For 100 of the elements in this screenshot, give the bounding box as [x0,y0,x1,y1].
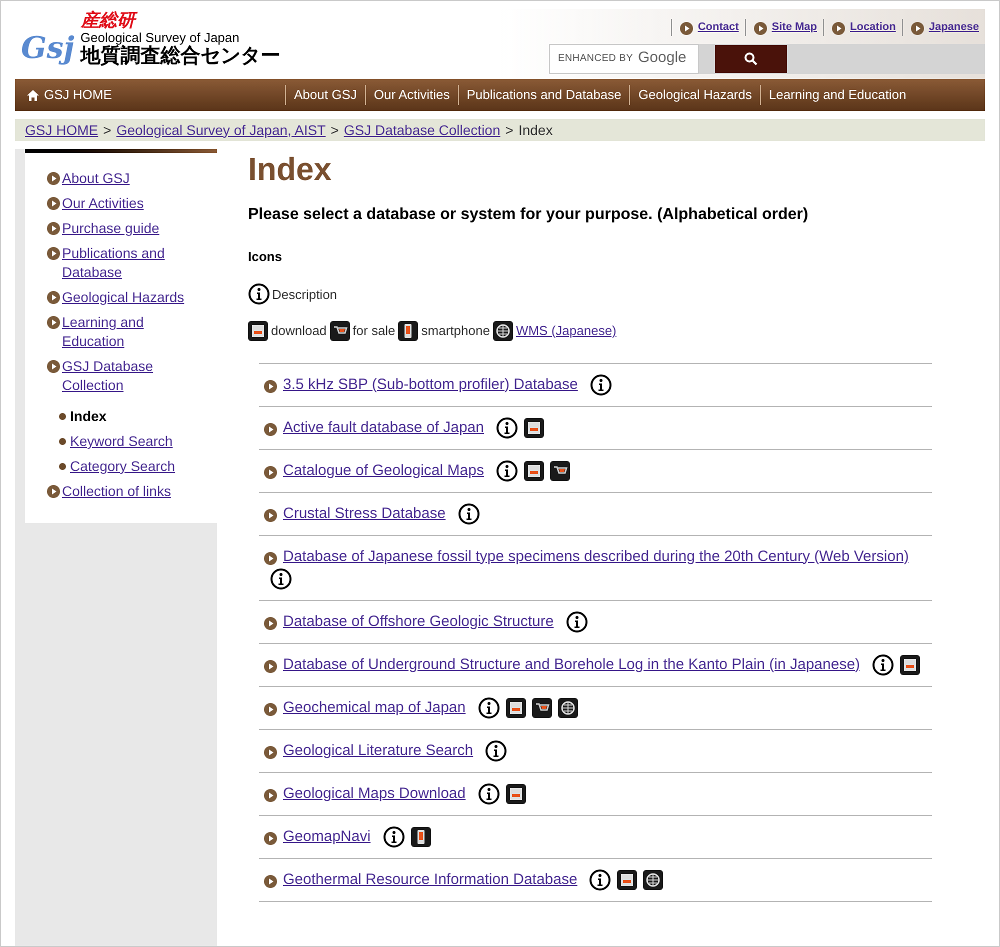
smartphone-icon [410,826,431,846]
bullet-icon [832,22,845,36]
sidebar-link[interactable]: Learning and Education [62,313,207,351]
bullet-icon [47,172,60,185]
info-icon [478,782,500,804]
sidebar-link[interactable]: Publications and Database [62,244,207,282]
icons-heading: Icons [248,248,283,266]
info-icon [382,826,405,848]
bullet-icon [264,466,277,478]
bullet-icon [264,508,277,522]
bullet-icon [910,22,924,36]
bullet-icon [47,485,60,498]
header-link[interactable]: Japanese [928,19,979,36]
bullet-icon [264,702,277,716]
smartphone-icon [398,320,418,340]
bullet-icon [680,22,693,36]
legend-link[interactable]: WMS (Japanese) [516,321,616,340]
database-link[interactable]: Database of Japanese fossil type specimens described during the 20th Century (Web Version) [283,546,909,568]
shopping-cart-icon [330,320,350,340]
header-link[interactable]: Site Map [772,19,817,36]
sidebar-sub-link[interactable]: Index [70,407,107,426]
page-subtitle: Please select a database or system for your purpose. (Alphabetical order) [248,205,810,225]
database-link[interactable]: Catalogue of Geological Maps [283,460,484,482]
nav-link[interactable]: About GSJ [285,85,365,105]
info-icon [248,282,270,304]
nav-link[interactable]: Geological Hazards [629,85,760,105]
nav-link[interactable]: GSJ HOME [15,85,285,105]
bullet-icon [47,197,60,210]
legend-label: smartphone [421,322,490,340]
info-icon [485,740,508,762]
bullet-icon [47,291,60,304]
info-icon [566,610,588,632]
bullet-icon [264,616,277,630]
info-icon [496,460,518,482]
bullet-icon [264,422,277,436]
breadcrumb-separator: > [103,120,112,140]
breadcrumb-link[interactable]: Geological Survey of Japan, AIST [116,120,326,140]
sidebar-sub-link[interactable]: Category Search [70,457,176,476]
logo-text: 産総研 [21,9,280,31]
home-icon [27,90,39,100]
nav-link[interactable]: Our Activities [364,85,458,105]
search-field[interactable]: ENHANCED BY Google [549,44,699,74]
sidebar-link[interactable]: Purchase guide [62,219,160,238]
database-link[interactable]: 3.5 kHz SBP (Sub-bottom profiler) Database [283,374,578,396]
database-link[interactable]: GeomapNavi [283,826,371,848]
bullet-icon [264,660,277,672]
bullet-icon [59,463,66,470]
bullet-icon [59,438,66,445]
breadcrumb-current: Index [518,120,553,140]
globe-icon [558,698,578,718]
info-icon [478,696,500,718]
shopping-cart-icon [550,460,570,480]
legend-label: Description [272,286,338,304]
header-link[interactable]: Location [850,19,896,36]
sidebar-link[interactable]: Collection of links [62,482,171,501]
database-link[interactable]: Geological Maps Download [283,782,466,804]
nav-link[interactable]: Learning and Education [760,85,914,105]
sidebar-link[interactable]: About GSJ [62,169,130,188]
logo-text: Gsj [21,32,74,66]
sidebar-link[interactable]: GSJ Database Collection [62,357,207,395]
database-link[interactable]: Geochemical map of Japan [283,696,466,718]
info-icon [496,416,518,438]
legend-label: download [271,322,327,340]
info-icon [589,868,612,890]
database-link[interactable]: Database of Underground Structure and Borehole Log in the Kanto Plain (in Japanese) [283,654,860,676]
info-icon [872,654,894,676]
bullet-icon [754,22,767,36]
bullet-icon [47,316,60,329]
globe-icon [643,870,664,890]
sidebar-link[interactable]: Our Activities [62,194,144,213]
database-link[interactable]: Crustal Stress Database [283,502,446,524]
info-icon [270,568,292,590]
database-link[interactable]: Database of Offshore Geologic Structure [283,610,554,632]
shopping-cart-icon [532,698,552,718]
header-link[interactable]: Contact [698,19,739,36]
database-link[interactable]: Geological Literature Search [283,740,474,762]
bullet-icon [264,746,277,758]
bullet-icon [59,413,66,420]
legend-label: for sale [352,322,396,340]
info-icon [590,374,612,396]
database-link[interactable]: Geothermal Resource Information Database [283,868,578,890]
breadcrumb-separator: > [330,120,339,140]
sidebar-sub-link[interactable]: Keyword Search [70,432,173,451]
bullet-icon [264,788,277,802]
sidebar-link[interactable]: Geological Hazards [62,288,184,307]
bullet-icon [47,360,60,373]
search-button[interactable] [715,44,787,72]
page-title: Index [248,151,333,187]
database-link[interactable]: Active fault database of Japan [283,416,484,438]
globe-icon [492,320,513,340]
bullet-icon [47,222,60,235]
site-title: Geological Survey of Japan [80,31,240,45]
breadcrumb-link[interactable]: GSJ Database Collection [344,120,500,140]
bullet-icon [264,380,277,392]
breadcrumb-link[interactable]: GSJ HOME [25,120,98,140]
search-icon [744,52,758,66]
breadcrumb-separator: > [505,120,514,140]
nav-link[interactable]: Publications and Database [458,85,630,105]
site-title: 地質調査総合センター [80,45,280,67]
bullet-icon [47,247,60,260]
